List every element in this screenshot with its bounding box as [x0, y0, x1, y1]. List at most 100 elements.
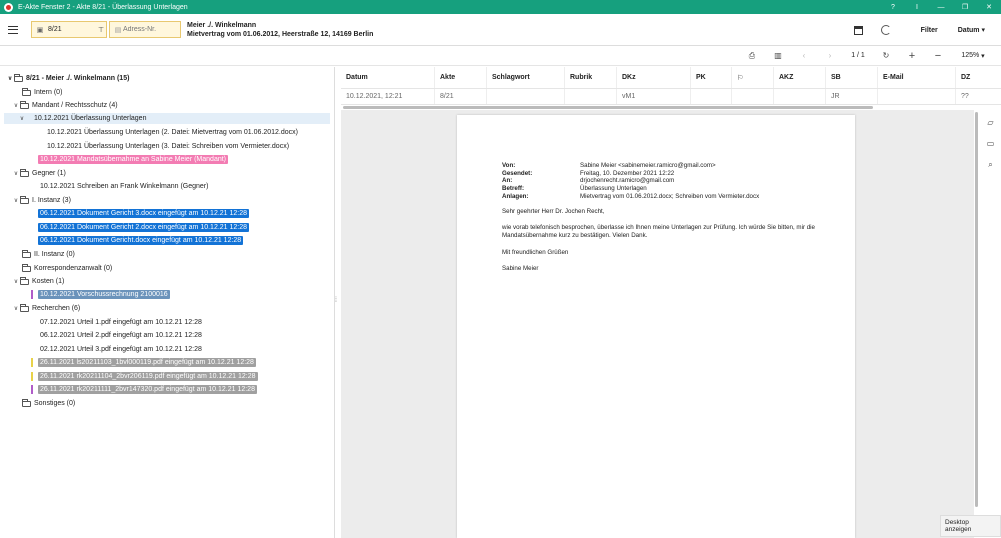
document-viewer: Von: Sabine Meier <sabinemeier.ramicro@g… — [341, 110, 974, 538]
print-icon[interactable]: ⎙ — [739, 51, 765, 61]
sort-dropdown[interactable]: Datum ▾ — [948, 26, 995, 34]
akte-value[interactable]: 8/21 — [45, 26, 96, 33]
blue-chip: 06.12.2021 Dokument Gericht 3.docx einge… — [38, 209, 250, 218]
chevron-down-icon[interactable]: ∨ — [6, 75, 14, 82]
zoom-in-icon[interactable]: + — [899, 50, 925, 62]
cell-dkz: vM1 — [617, 89, 691, 104]
page-indicator: 1 / 1 — [851, 52, 865, 59]
tree-item[interactable]: 06.12.2021 Urteil 2.pdf eingefügt am 10.… — [40, 330, 202, 341]
chevron-down-icon[interactable]: ∨ — [12, 102, 20, 109]
tree-item[interactable]: 06.12.2021 Dokument Gericht.docx eingefü… — [38, 235, 244, 246]
chevron-down-icon[interactable]: ∨ — [12, 278, 20, 285]
tree-folder-kosten[interactable]: ∨ Kosten (1) — [12, 276, 64, 287]
chevron-down-icon[interactable]: ∨ — [18, 115, 26, 122]
tree-item[interactable]: 10.12.2021 Vorschussrechnung 2100016 — [38, 289, 170, 300]
cell-schlagwort — [487, 89, 565, 104]
splitter-handle[interactable]: ⁞ — [335, 297, 337, 304]
tree-item[interactable]: 06.12.2021 Dokument Gericht 3.docx einge… — [38, 208, 250, 219]
email-content: Von: Sabine Meier <sabinemeier.ramicro@g… — [502, 162, 822, 273]
col-rubrik[interactable]: Rubrik — [565, 67, 617, 88]
tree-folder-sonstiges[interactable]: Sonstiges (0) — [22, 398, 75, 409]
chevron-down-icon[interactable]: ∨ — [12, 197, 20, 204]
col-dkz[interactable]: DKz — [617, 67, 691, 88]
prev-page-icon[interactable]: ‹ — [791, 51, 817, 60]
document-grid: Datum Akte Schlagwort Rubrik DKz PK ⚐ AK… — [341, 67, 1001, 107]
comment-icon[interactable]: ▭ — [980, 133, 1001, 154]
next-page-icon[interactable]: › — [817, 51, 843, 60]
tree-item[interactable]: 26.11.2021 rk20211111_2bvr147320.pdf ein… — [38, 384, 257, 395]
tree-folder-instanz1[interactable]: ∨ I. Instanz (3) — [12, 195, 71, 206]
adress-field[interactable]: ▤ — [109, 21, 181, 38]
tree-item[interactable]: 10.12.2021 Mandatsübernahme an Sabine Me… — [38, 154, 229, 165]
document-page: Von: Sabine Meier <sabinemeier.ramicro@g… — [457, 115, 855, 538]
flag-icon: ⚐ — [737, 74, 744, 82]
zoom-out-icon[interactable]: − — [925, 50, 951, 62]
rotate-icon[interactable]: ↻ — [873, 51, 899, 60]
adress-input[interactable] — [123, 26, 178, 33]
help-button[interactable]: ? — [881, 4, 905, 11]
tree-item[interactable]: 26.11.2021 rk20211104_2bvr206119.pdf ein… — [38, 371, 258, 382]
tree-item[interactable]: 10.12.2021 Überlassung Unterlagen (2. Da… — [47, 127, 298, 138]
folder-icon — [22, 398, 31, 407]
close-button[interactable]: ✕ — [977, 3, 1001, 11]
menu-icon[interactable] — [8, 25, 18, 34]
col-datum[interactable]: Datum — [341, 67, 435, 88]
chevron-down-icon[interactable]: ∨ — [12, 305, 20, 312]
akte-field[interactable]: ▣ 8/21 ⊤ — [31, 21, 107, 38]
tree-item[interactable]: 26.11.2021 ls20211103_1bvl000119.pdf ein… — [38, 357, 256, 368]
tree-folder-mandant[interactable]: ∨ Mandant / Rechtsschutz (4) — [12, 100, 118, 111]
tree-folder-intern[interactable]: Intern (0) — [22, 87, 62, 98]
tree-item[interactable]: 10.12.2021 Überlassung Unterlagen (3. Da… — [47, 141, 289, 152]
zoom-select[interactable]: 125% ▾ — [951, 49, 995, 63]
sticky-note-icon[interactable]: ▱ — [980, 112, 1001, 133]
pin-icon[interactable]: ⊤ — [96, 26, 106, 34]
folder-icon — [20, 276, 29, 285]
col-flag[interactable]: ⚐ — [732, 67, 774, 88]
cell-akte: 8/21 — [435, 89, 487, 104]
title-bar: E-Akte Fenster 2 - Akte 8/21 - Überlassu… — [0, 0, 1001, 14]
cell-sb: JR — [826, 89, 878, 104]
col-akte[interactable]: Akte — [435, 67, 487, 88]
info-button[interactable]: I — [905, 4, 929, 11]
tree-item[interactable]: 06.12.2021 Dokument Gericht 2.docx einge… — [38, 222, 250, 233]
col-akz[interactable]: AKZ — [774, 67, 826, 88]
tree-folder-recherchen[interactable]: ∨ Recherchen (6) — [12, 303, 80, 314]
minimize-button[interactable]: — — [929, 4, 953, 11]
folder-icon — [22, 87, 31, 96]
gray-chip: 26.11.2021 ls20211103_1bvl000119.pdf ein… — [38, 358, 256, 367]
tree-folder-instanz2[interactable]: II. Instanz (0) — [22, 249, 75, 260]
folder-icon — [20, 100, 29, 109]
tree-folder-korrespondenz[interactable]: Korrespondenzanwalt (0) — [22, 263, 112, 274]
window-icon[interactable] — [853, 25, 863, 35]
col-schlagwort[interactable]: Schlagwort — [487, 67, 565, 88]
book-icon[interactable]: ▥ — [765, 51, 791, 60]
maximize-button[interactable]: ❐ — [953, 3, 977, 11]
chevron-down-icon: ▾ — [981, 27, 985, 34]
tree-item[interactable]: 07.12.2021 Urteil 1.pdf eingefügt am 10.… — [40, 317, 202, 328]
tree-item-selected[interactable]: ∨ 10.12.2021 Überlassung Unterlagen — [4, 113, 330, 124]
col-pk[interactable]: PK — [691, 67, 732, 88]
tree-item[interactable]: 02.12.2021 Urteil 3.pdf eingefügt am 10.… — [40, 344, 202, 355]
email-header-to: An: drjochenrecht.ramicro@gmail.com — [502, 177, 675, 185]
cell-flag — [732, 89, 774, 104]
horizontal-scrollbar[interactable] — [343, 106, 873, 109]
refresh-icon[interactable] — [880, 25, 891, 35]
col-sb[interactable]: SB — [826, 67, 878, 88]
desktop-tooltip: Desktop anzeigen — [940, 515, 1001, 537]
table-row[interactable]: 10.12.2021, 12:21 8/21 vM1 JR ?? — [341, 89, 1001, 105]
tree-item[interactable]: 10.12.2021 Schreiben an Frank Winkelmann… — [40, 181, 208, 192]
steel-chip: 10.12.2021 Vorschussrechnung 2100016 — [38, 290, 170, 299]
tree-root[interactable]: ∨ 8/21 - Meier ./. Winkelmann (15) — [6, 73, 129, 84]
col-dz[interactable]: DZ — [956, 67, 1000, 88]
tree-folder-gegner[interactable]: ∨ Gegner (1) — [12, 168, 66, 179]
header: ▣ 8/21 ⊤ ▤ Meier ./. Winkelmann Mietvert… — [0, 14, 1001, 46]
filter-button[interactable]: Filter — [911, 27, 948, 34]
vertical-scrollbar[interactable] — [975, 110, 978, 538]
color-marker — [31, 290, 33, 299]
sort-label: Datum — [957, 27, 980, 34]
chevron-down-icon[interactable]: ∨ — [12, 170, 20, 177]
cell-pk — [691, 89, 732, 104]
search-icon[interactable]: ⌕ — [980, 154, 1001, 175]
col-email[interactable]: E-Mail — [878, 67, 956, 88]
zoom-value: 125% — [961, 52, 980, 59]
